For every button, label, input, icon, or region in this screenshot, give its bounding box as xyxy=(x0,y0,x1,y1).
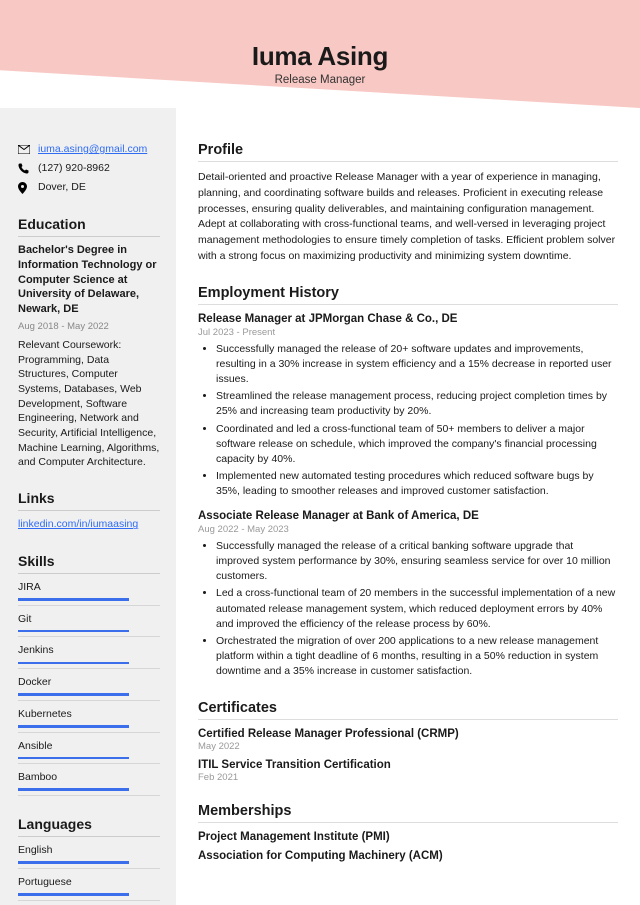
location-icon xyxy=(18,182,30,194)
certificate-date: May 2022 xyxy=(198,741,618,752)
email-icon xyxy=(18,145,30,154)
education-period: Aug 2018 - May 2022 xyxy=(18,320,160,334)
sidebar: iuma.asing@gmail.com (127) 920-8962 Dove… xyxy=(0,108,176,905)
header: Iuma Asing Release Manager xyxy=(0,0,640,108)
skill-bar xyxy=(18,598,129,601)
skill-label: Docker xyxy=(18,675,160,690)
email-link[interactable]: iuma.asing@gmail.com xyxy=(38,142,147,157)
skill-item: Ansible xyxy=(18,739,160,765)
job-bullet: Orchestrated the migration of over 200 a… xyxy=(216,634,618,680)
employment-section: Employment History Release Manager at JP… xyxy=(198,285,618,680)
person-title: Release Manager xyxy=(275,74,366,86)
job-bullet: Implemented new automated testing proced… xyxy=(216,469,618,499)
certificate-entry: Certified Release Manager Professional (… xyxy=(198,728,618,752)
job-period: Jul 2023 - Present xyxy=(198,327,618,338)
skill-label: Ansible xyxy=(18,739,160,754)
job-title: Release Manager at JPMorgan Chase & Co.,… xyxy=(198,313,618,325)
skills-heading: Skills xyxy=(18,551,160,574)
job-entry: Release Manager at JPMorgan Chase & Co.,… xyxy=(198,313,618,500)
membership-item: Association for Computing Machinery (ACM… xyxy=(198,850,618,862)
link-item[interactable]: linkedin.com/in/iumaasing xyxy=(18,518,138,530)
skill-label: Jenkins xyxy=(18,643,160,658)
skill-bar xyxy=(18,788,129,791)
skill-item: Kubernetes xyxy=(18,707,160,733)
skill-item: Docker xyxy=(18,675,160,701)
links-heading: Links xyxy=(18,488,160,511)
skill-bar xyxy=(18,662,129,665)
language-bar xyxy=(18,893,129,896)
job-bullet: Successfully managed the release of 20+ … xyxy=(216,342,618,388)
language-item: Portuguese xyxy=(18,875,160,901)
skill-label: Git xyxy=(18,612,160,627)
employment-heading: Employment History xyxy=(198,285,618,305)
education-degree: Bachelor's Degree in Information Technol… xyxy=(18,243,160,317)
language-bar xyxy=(18,861,129,864)
certificate-entry: ITIL Service Transition CertificationFeb… xyxy=(198,759,618,783)
job-title: Associate Release Manager at Bank of Ame… xyxy=(198,510,618,522)
education-coursework: Relevant Coursework: Programming, Data S… xyxy=(18,338,160,470)
profile-section: Profile Detail-oriented and proactive Re… xyxy=(198,142,618,265)
membership-item: Project Management Institute (PMI) xyxy=(198,831,618,843)
skill-bar xyxy=(18,630,129,633)
job-entry: Associate Release Manager at Bank of Ame… xyxy=(198,510,618,680)
skill-item: Git xyxy=(18,612,160,638)
contact-location-row: Dover, DE xyxy=(18,180,160,195)
memberships-heading: Memberships xyxy=(198,803,618,823)
skill-bar xyxy=(18,725,129,728)
job-period: Aug 2022 - May 2023 xyxy=(198,524,618,535)
skill-item: Jenkins xyxy=(18,643,160,669)
links-section: Links linkedin.com/in/iumaasing xyxy=(18,488,160,533)
main-content: Profile Detail-oriented and proactive Re… xyxy=(176,108,640,905)
language-item: English xyxy=(18,843,160,869)
language-label: Portuguese xyxy=(18,875,160,890)
skill-bar xyxy=(18,693,129,696)
memberships-section: Memberships Project Management Institute… xyxy=(198,803,618,862)
education-heading: Education xyxy=(18,214,160,237)
job-bullets: Successfully managed the release of a cr… xyxy=(198,539,618,680)
location-text: Dover, DE xyxy=(38,180,86,195)
profile-heading: Profile xyxy=(198,142,618,162)
skill-item: JIRA xyxy=(18,580,160,606)
languages-heading: Languages xyxy=(18,814,160,837)
job-bullet: Successfully managed the release of a cr… xyxy=(216,539,618,585)
job-bullet: Coordinated and led a cross-functional t… xyxy=(216,422,618,468)
skill-label: Bamboo xyxy=(18,770,160,785)
contact-phone-row: (127) 920-8962 xyxy=(18,161,160,176)
languages-section: Languages English Portuguese xyxy=(18,814,160,901)
contact-email-row: iuma.asing@gmail.com xyxy=(18,142,160,157)
certificates-section: Certificates Certified Release Manager P… xyxy=(198,700,618,783)
job-bullet: Led a cross-functional team of 20 member… xyxy=(216,586,618,632)
skills-section: Skills JIRA Git Jenkins Docker Kubernetes Ans… xyxy=(18,551,160,796)
certificate-title: ITIL Service Transition Certification xyxy=(198,759,618,771)
job-bullets: Successfully managed the release of 20+ … xyxy=(198,342,618,500)
person-name: Iuma Asing xyxy=(252,41,388,72)
phone-icon xyxy=(18,163,30,174)
certificate-date: Feb 2021 xyxy=(198,772,618,783)
job-bullet: Streamlined the release management proce… xyxy=(216,389,618,419)
profile-text: Detail-oriented and proactive Release Ma… xyxy=(198,170,618,265)
skill-item: Bamboo xyxy=(18,770,160,796)
certificate-title: Certified Release Manager Professional (… xyxy=(198,728,618,740)
skill-bar xyxy=(18,757,129,760)
skill-label: JIRA xyxy=(18,580,160,595)
education-section: Education Bachelor's Degree in Informati… xyxy=(18,214,160,470)
certificates-heading: Certificates xyxy=(198,700,618,720)
skill-label: Kubernetes xyxy=(18,707,160,722)
phone-text: (127) 920-8962 xyxy=(38,161,110,176)
language-label: English xyxy=(18,843,160,858)
